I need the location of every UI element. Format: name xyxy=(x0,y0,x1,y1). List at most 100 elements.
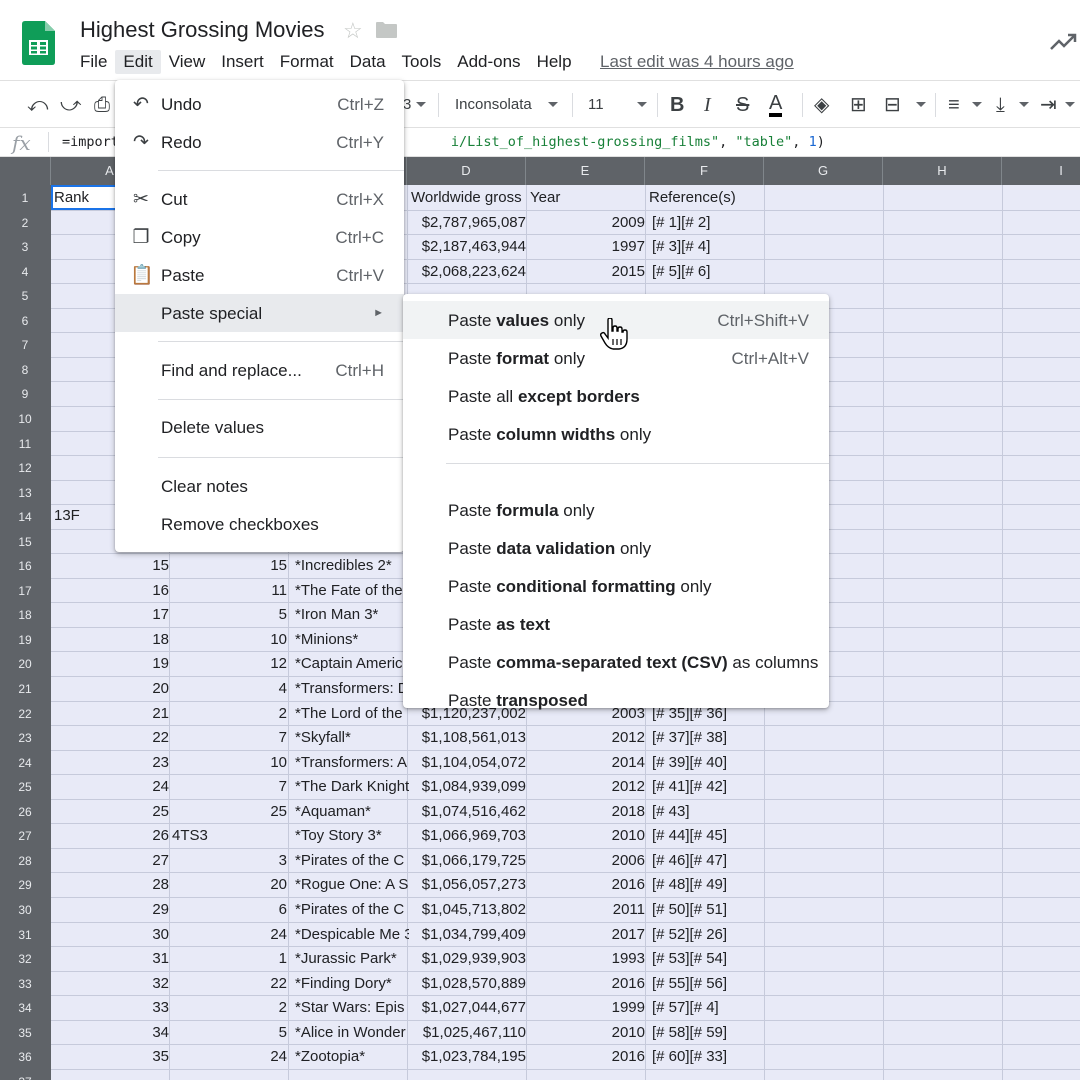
row-header-34[interactable]: 34 xyxy=(0,996,50,1021)
cell-e4[interactable]: 2015 xyxy=(533,260,645,284)
cell-b18[interactable]: 5 xyxy=(172,603,287,627)
cell-c31[interactable]: *Despicable Me 3 xyxy=(295,923,409,947)
row-header-25[interactable]: 25 xyxy=(0,775,50,800)
cell-d35[interactable]: $1,025,467,110 xyxy=(414,1021,526,1045)
row-header-35[interactable]: 35 xyxy=(0,1021,50,1046)
cell-a23[interactable]: 22 xyxy=(54,726,169,750)
cell-e26[interactable]: 2018 xyxy=(533,800,645,824)
column-header-g[interactable]: G xyxy=(764,157,883,185)
cell-a32[interactable]: 31 xyxy=(54,947,169,971)
folder-icon[interactable] xyxy=(376,22,397,38)
menu-add-ons[interactable]: Add-ons xyxy=(449,50,528,74)
cell-f25[interactable]: [# 41][# 42] xyxy=(652,775,766,799)
font-size-select[interactable]: 11 xyxy=(588,96,604,113)
cell-e25[interactable]: 2012 xyxy=(533,775,645,799)
row-header-17[interactable]: 17 xyxy=(0,579,50,604)
paste-special-item-8[interactable]: Paste as text xyxy=(403,605,829,643)
cell-f30[interactable]: [# 50][# 51] xyxy=(652,898,766,922)
cell-a20[interactable]: 19 xyxy=(54,652,169,676)
cell-c32[interactable]: *Jurassic Park* xyxy=(295,947,409,971)
cell-e27[interactable]: 2010 xyxy=(533,824,645,848)
cell-a34[interactable]: 33 xyxy=(54,996,169,1020)
column-header-e[interactable]: E xyxy=(526,157,645,185)
row-header-20[interactable]: 20 xyxy=(0,652,50,677)
cell-b32[interactable]: 1 xyxy=(172,947,287,971)
cell-b22[interactable]: 2 xyxy=(172,702,287,726)
vertical-align-icon[interactable]: ⤓ xyxy=(996,93,1005,117)
cell-c18[interactable]: *Iron Man 3* xyxy=(295,603,409,627)
row-header-36[interactable]: 36 xyxy=(0,1045,50,1070)
redo-icon[interactable]: ⤻ xyxy=(60,93,81,117)
cell-b30[interactable]: 6 xyxy=(172,898,287,922)
cell-d36[interactable]: $1,023,784,195 xyxy=(414,1045,526,1069)
cell-d34[interactable]: $1,027,044,677 xyxy=(414,996,526,1020)
row-header-23[interactable]: 23 xyxy=(0,726,50,751)
cell-f27[interactable]: [# 44][# 45] xyxy=(652,824,766,848)
cell-a35[interactable]: 34 xyxy=(54,1021,169,1045)
row-header-16[interactable]: 16 xyxy=(0,554,50,579)
cell-b20[interactable]: 12 xyxy=(172,652,287,676)
cell-c17[interactable]: *The Fate of the xyxy=(295,579,409,603)
cell-c16[interactable]: *Incredibles 2* xyxy=(295,554,409,578)
column-header-d[interactable]: D xyxy=(407,157,526,185)
cell-c27[interactable]: *Toy Story 3* xyxy=(295,824,409,848)
column-header-i[interactable]: I xyxy=(1002,157,1080,185)
cell-e29[interactable]: 2016 xyxy=(533,873,645,897)
cell-a31[interactable]: 30 xyxy=(54,923,169,947)
cell-a17[interactable]: 16 xyxy=(54,579,169,603)
cell-f32[interactable]: [# 53][# 54] xyxy=(652,947,766,971)
document-title[interactable]: Highest Grossing Movies xyxy=(80,17,325,43)
cell-f1[interactable]: Reference(s) xyxy=(649,186,767,210)
row-header-33[interactable]: 33 xyxy=(0,972,50,997)
row-header-22[interactable]: 22 xyxy=(0,702,50,727)
cell-d23[interactable]: $1,108,561,013 xyxy=(414,726,526,750)
row-header-24[interactable]: 24 xyxy=(0,751,50,776)
row-header-28[interactable]: 28 xyxy=(0,849,50,874)
cell-f2[interactable]: [# 1][# 2] xyxy=(652,211,766,235)
cell-d27[interactable]: $1,066,969,703 xyxy=(414,824,526,848)
fill-color-icon[interactable]: ◈ xyxy=(814,93,829,117)
cell-a25[interactable]: 24 xyxy=(54,775,169,799)
cell-d1[interactable]: Worldwide gross xyxy=(411,186,529,210)
last-edit-link[interactable]: Last edit was 4 hours ago xyxy=(600,52,794,72)
menu-insert[interactable]: Insert xyxy=(213,50,272,74)
menu-item-paste[interactable]: 📋 Paste Ctrl+V xyxy=(115,256,404,294)
row-header-5[interactable]: 5 xyxy=(0,284,50,309)
cell-a33[interactable]: 32 xyxy=(54,972,169,996)
cell-e31[interactable]: 2017 xyxy=(533,923,645,947)
cell-a24[interactable]: 23 xyxy=(54,751,169,775)
cell-d26[interactable]: $1,074,516,462 xyxy=(414,800,526,824)
menu-view[interactable]: View xyxy=(161,50,214,74)
cell-d32[interactable]: $1,029,939,903 xyxy=(414,947,526,971)
cell-b16[interactable]: 15 xyxy=(172,554,287,578)
cell-f29[interactable]: [# 48][# 49] xyxy=(652,873,766,897)
bold-icon[interactable]: B xyxy=(670,93,684,117)
paste-special-item-6[interactable]: Paste data validation only xyxy=(403,529,829,567)
cell-f23[interactable]: [# 37][# 38] xyxy=(652,726,766,750)
undo-icon[interactable]: ⤺ xyxy=(27,93,48,117)
cell-e32[interactable]: 1993 xyxy=(533,947,645,971)
menu-item-undo[interactable]: ↶ Undo Ctrl+Z xyxy=(115,85,404,123)
cell-d33[interactable]: $1,028,570,889 xyxy=(414,972,526,996)
cell-a29[interactable]: 28 xyxy=(54,873,169,897)
cell-f26[interactable]: [# 43] xyxy=(652,800,766,824)
merge-cells-icon[interactable]: ⊟ xyxy=(884,93,901,117)
cell-c29[interactable]: *Rogue One: A S xyxy=(295,873,409,897)
menu-item-clear-notes[interactable]: Clear notes xyxy=(115,467,404,505)
cell-d30[interactable]: $1,045,713,802 xyxy=(414,898,526,922)
cell-a36[interactable]: 35 xyxy=(54,1045,169,1069)
paste-special-item-5[interactable]: Paste formula only xyxy=(403,491,829,529)
cell-d29[interactable]: $1,056,057,273 xyxy=(414,873,526,897)
cell-c22[interactable]: *The Lord of the xyxy=(295,702,409,726)
cell-e28[interactable]: 2006 xyxy=(533,849,645,873)
row-header-30[interactable]: 30 xyxy=(0,898,50,923)
menu-item-copy[interactable]: ❐ Copy Ctrl+C xyxy=(115,218,404,256)
row-header-32[interactable]: 32 xyxy=(0,947,50,972)
row-header-13[interactable]: 13 xyxy=(0,481,50,506)
cell-e34[interactable]: 1999 xyxy=(533,996,645,1020)
font-family-select[interactable]: Inconsolata xyxy=(455,96,532,113)
sheets-logo-icon[interactable] xyxy=(22,21,55,65)
row-header-14[interactable]: 14 xyxy=(0,505,50,530)
cell-b23[interactable]: 7 xyxy=(172,726,287,750)
cell-f24[interactable]: [# 39][# 40] xyxy=(652,751,766,775)
